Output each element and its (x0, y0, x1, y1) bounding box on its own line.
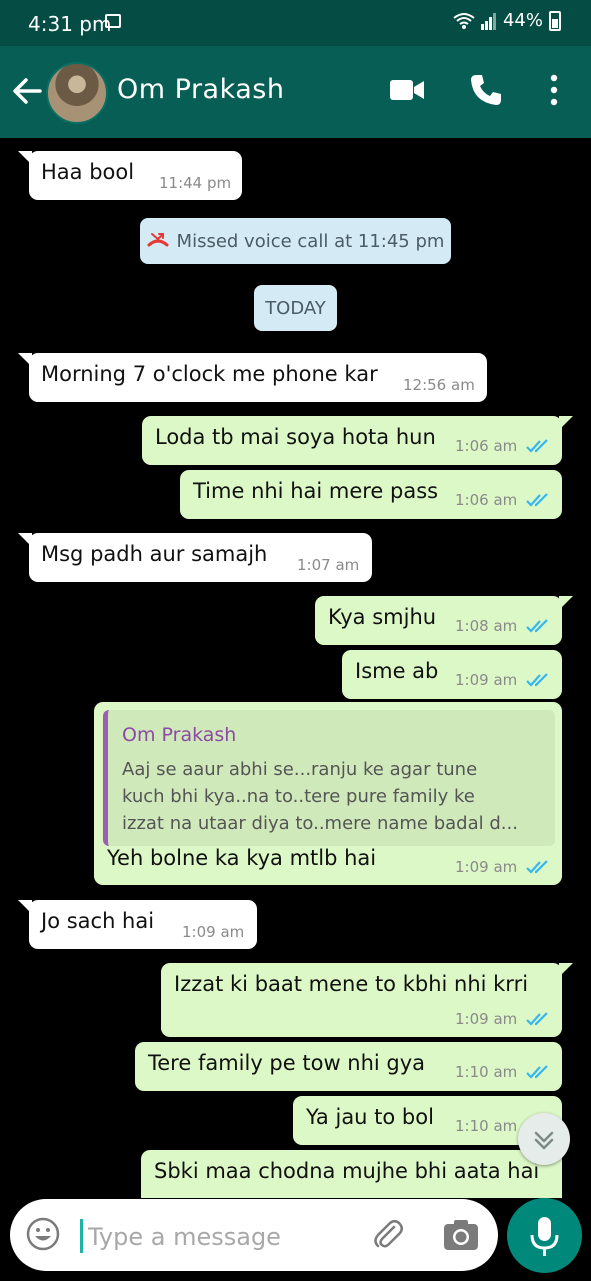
double-tick-icon (526, 439, 548, 453)
battery-percent: 44% (502, 10, 543, 31)
message-text: Morning 7 o'clock me phone kar (41, 362, 378, 386)
outgoing-message[interactable]: Izzat ki baat mene to kbhi nhi krri 1:09… (161, 963, 573, 1037)
double-tick-icon (526, 493, 548, 507)
outgoing-message[interactable]: Sbki maa chodna mujhe bhi aata hai (141, 1150, 562, 1198)
message-time: 1:08 am (455, 617, 518, 635)
outgoing-message[interactable]: Loda tb mai soya hota hun 1:06 am (142, 416, 573, 465)
video-call-icon[interactable] (389, 72, 425, 108)
wifi-icon (453, 12, 475, 29)
message-time: 1:09 am (455, 1010, 518, 1028)
message-text: Jo sach hai (41, 909, 155, 933)
status-bar: 4:31 pm 44% (0, 0, 591, 46)
message-time: 1:09 am (455, 858, 518, 876)
scroll-down-icon (534, 1131, 554, 1150)
incoming-message[interactable]: Msg padh aur samajh 1:07 am (18, 533, 372, 582)
message-time: 1:10 am (455, 1117, 518, 1135)
message-text: Tere family pe tow nhi gya (148, 1051, 426, 1075)
attach-icon[interactable] (370, 1217, 406, 1253)
double-tick-icon (526, 860, 548, 874)
date-chip-label: TODAY (265, 297, 326, 319)
incoming-message[interactable]: Haa bool 11:44 pm (18, 151, 242, 200)
message-time: 1:06 am (455, 437, 518, 455)
message-composer (10, 1199, 498, 1271)
double-tick-icon (526, 673, 548, 687)
more-options-icon[interactable] (544, 72, 564, 108)
message-time: 1:09 am (455, 671, 518, 689)
phone-icon[interactable] (468, 72, 504, 108)
outgoing-message[interactable]: Isme ab 1:09 am (342, 650, 562, 699)
double-tick-icon (526, 1065, 548, 1079)
message-time: 12:56 am (403, 376, 475, 394)
message-text: Ya jau to bol (306, 1105, 434, 1129)
message-text: Yeh bolne ka kya mtlb hai (107, 846, 377, 870)
message-time: 1:10 am (455, 1063, 518, 1081)
message-input[interactable] (86, 1217, 350, 1257)
quoted-sender: Om Prakash (122, 724, 237, 746)
scroll-to-bottom-button[interactable] (518, 1113, 570, 1165)
mic-icon (530, 1217, 559, 1256)
message-time: 1:07 am (297, 556, 360, 574)
gallery-notification-icon (105, 14, 121, 28)
message-text: Izzat ki baat mene to kbhi nhi krri (174, 972, 529, 996)
message-time: 1:09 am (182, 923, 245, 941)
incoming-message[interactable]: Morning 7 o'clock me phone kar 12:56 am (18, 353, 487, 402)
text-cursor (80, 1219, 83, 1253)
incoming-message[interactable]: Jo sach hai 1:09 am (18, 900, 257, 949)
camera-icon[interactable] (442, 1217, 480, 1253)
contact-avatar[interactable] (46, 62, 108, 124)
message-text: Haa bool (41, 160, 135, 184)
message-text: Time nhi hai mere pass (193, 479, 439, 503)
double-tick-icon (526, 619, 548, 633)
double-tick-icon (526, 1012, 548, 1026)
outgoing-message[interactable]: Kya smjhu 1:08 am (315, 596, 573, 645)
chat-header: Om Prakash (0, 46, 591, 138)
contact-name[interactable]: Om Prakash (117, 74, 284, 105)
missed-call-notice[interactable]: Missed voice call at 11:45 pm (140, 218, 451, 264)
quoted-line: kuch bhi kya..na to..tere pure family ke (122, 786, 475, 807)
chat-messages[interactable]: Haa bool 11:44 pm Missed voice call at 1… (0, 138, 591, 1198)
date-chip: TODAY (254, 285, 337, 331)
back-arrow-icon[interactable] (12, 76, 42, 106)
emoji-icon[interactable] (26, 1217, 60, 1251)
message-time: 11:44 pm (159, 174, 232, 192)
missed-call-icon (147, 233, 169, 247)
status-right: 44% (453, 10, 561, 31)
message-text: Loda tb mai soya hota hun (155, 425, 436, 449)
voice-record-button[interactable] (507, 1198, 582, 1273)
signal-icon (480, 12, 496, 30)
quoted-line: Aaj se aaur abhi se...ranju ke agar tune (122, 759, 478, 780)
quoted-line: izzat na utaar diya to..mere name badal … (122, 813, 518, 834)
missed-call-text: Missed voice call at 11:45 pm (176, 230, 445, 252)
message-text: Msg padh aur samajh (41, 542, 268, 566)
battery-icon (549, 10, 561, 31)
message-text: Isme ab (355, 659, 439, 683)
message-text: Sbki maa chodna mujhe bhi aata hai (154, 1159, 540, 1183)
outgoing-reply-message[interactable]: Om Prakash Aaj se aaur abhi se...ranju k… (94, 702, 562, 885)
message-time: 1:06 am (455, 491, 518, 509)
status-time: 4:31 pm (28, 12, 112, 36)
outgoing-message[interactable]: Tere family pe tow nhi gya 1:10 am (135, 1042, 562, 1091)
quoted-message[interactable]: Om Prakash Aaj se aaur abhi se...ranju k… (103, 710, 555, 846)
outgoing-message[interactable]: Time nhi hai mere pass 1:06 am (180, 470, 562, 519)
message-text: Kya smjhu (328, 605, 437, 629)
